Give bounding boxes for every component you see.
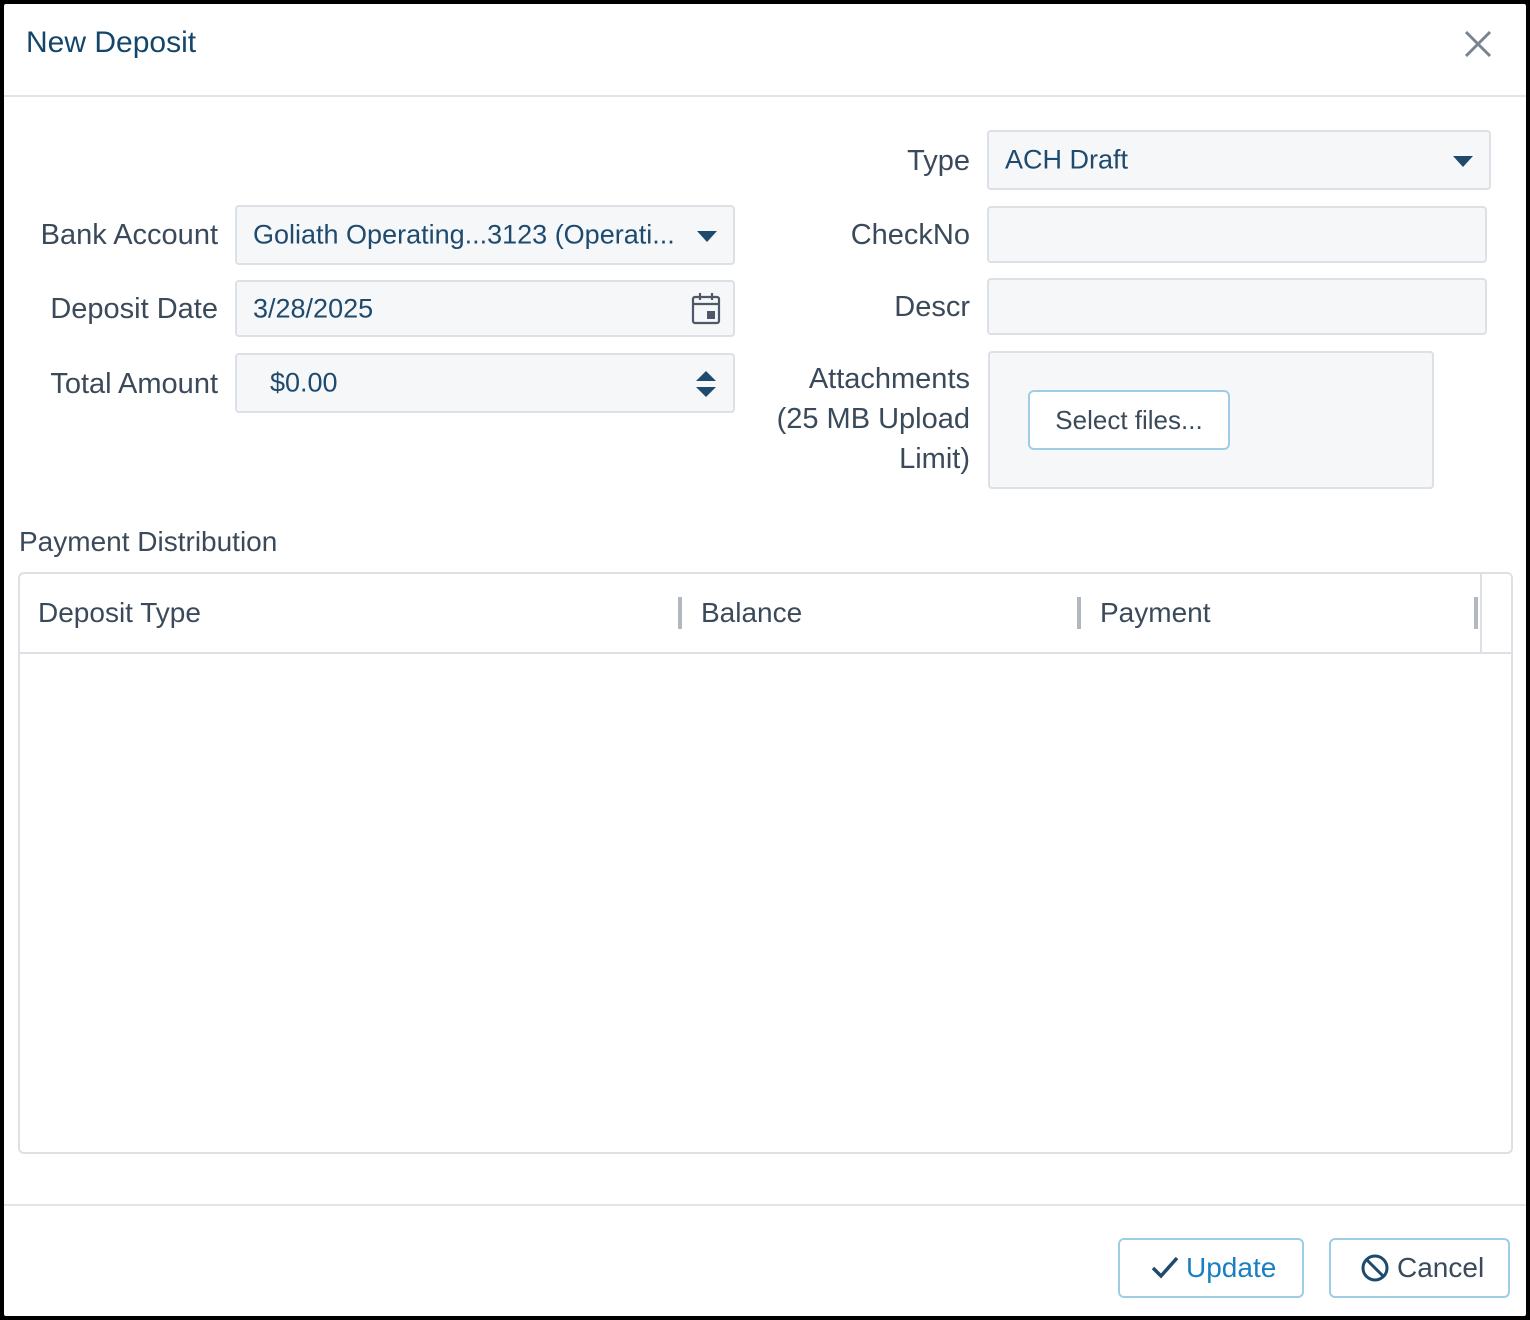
- attachments-dropzone[interactable]: Select files...: [988, 351, 1434, 489]
- type-select-value: ACH Draft: [1005, 144, 1129, 175]
- bank-account-select-value: Goliath Operating...3123 (Operati...: [253, 219, 675, 250]
- attachments-label-line1: Attachments: [808, 363, 970, 395]
- descr-field[interactable]: [987, 278, 1487, 335]
- close-button[interactable]: [1460, 26, 1496, 62]
- cancel-button-label: Cancel: [1397, 1252, 1485, 1283]
- cancel-icon: [1361, 1254, 1389, 1282]
- update-button-label: Update: [1186, 1252, 1277, 1283]
- dialog-title: New Deposit: [26, 26, 197, 59]
- dialog-header: New Deposit: [4, 4, 1526, 97]
- chevron-down-icon: [697, 231, 717, 242]
- column-header-payment[interactable]: Payment: [1100, 574, 1211, 652]
- deposit-date-field[interactable]: 3/28/2025: [235, 280, 735, 337]
- grid-header: Deposit Type Balance Payment: [20, 574, 1511, 654]
- checkmark-icon: [1151, 1256, 1179, 1279]
- select-files-button[interactable]: Select files...: [1028, 390, 1230, 450]
- bank-account-label: Bank Account: [40, 219, 218, 251]
- column-resize-handle[interactable]: [1077, 597, 1081, 629]
- bank-account-select[interactable]: Goliath Operating...3123 (Operati...: [235, 205, 735, 265]
- checkno-field[interactable]: [987, 206, 1487, 263]
- total-amount-value: $0.00: [270, 367, 338, 398]
- close-icon: [1464, 30, 1492, 58]
- new-deposit-dialog: New Deposit Type ACH Draft Bank Account …: [4, 4, 1526, 1316]
- deposit-date-label: Deposit Date: [50, 293, 218, 325]
- chevron-down-icon: [1453, 156, 1473, 167]
- grid-scrollbar-divider: [1480, 574, 1482, 652]
- update-button[interactable]: Update: [1118, 1238, 1304, 1298]
- spinner-arrows-icon[interactable]: [693, 367, 719, 401]
- total-amount-field[interactable]: $0.00: [235, 353, 735, 413]
- deposit-date-value: 3/28/2025: [253, 293, 374, 323]
- attachments-label: Attachments (25 MB Upload Limit): [744, 359, 970, 479]
- type-select[interactable]: ACH Draft: [987, 130, 1491, 190]
- attachments-label-line3: Limit): [899, 443, 970, 475]
- column-header-deposit-type[interactable]: Deposit Type: [38, 574, 201, 652]
- payment-distribution-grid: Deposit Type Balance Payment: [18, 572, 1513, 1154]
- grid-body: [20, 654, 1511, 1152]
- checkno-label: CheckNo: [850, 219, 970, 251]
- calendar-icon[interactable]: [690, 292, 724, 326]
- total-amount-label: Total Amount: [50, 368, 218, 400]
- cancel-button[interactable]: Cancel: [1329, 1238, 1510, 1298]
- descr-label: Descr: [894, 291, 970, 323]
- payment-distribution-title: Payment Distribution: [19, 526, 278, 557]
- attachments-label-line2: (25 MB Upload: [776, 403, 970, 435]
- column-resize-handle[interactable]: [1474, 597, 1478, 629]
- column-header-balance[interactable]: Balance: [701, 574, 802, 652]
- footer-divider: [4, 1204, 1526, 1206]
- type-label: Type: [907, 145, 970, 177]
- column-resize-handle[interactable]: [678, 597, 682, 629]
